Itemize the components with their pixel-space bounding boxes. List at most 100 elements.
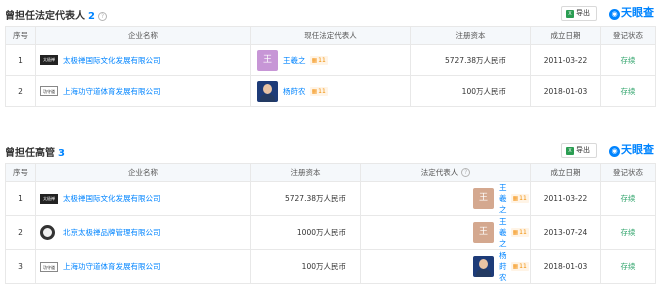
badge-count: 11 xyxy=(318,56,326,64)
brand-text: 天眼查 xyxy=(621,143,654,156)
export-label: 导出 xyxy=(576,9,590,17)
section-title-text: 曾担任法定代表人 xyxy=(5,11,85,22)
section-count: 2 xyxy=(88,11,95,22)
avatar-photo xyxy=(473,256,494,277)
status-cell: 存续 xyxy=(600,249,656,284)
company-cell: 太极禅 太极禅国际文化发展有限公司 xyxy=(35,44,251,76)
section-title: 曾担任高管 3 xyxy=(5,144,65,159)
col-header-no: 序号 xyxy=(5,26,36,45)
company-logo: 太极禅 xyxy=(40,55,58,65)
capital-cell: 100万人民币 xyxy=(410,75,531,107)
col-header-capital: 注册资本 xyxy=(410,26,531,45)
excel-icon: X xyxy=(566,147,574,155)
date-cell: 2011-03-22 xyxy=(530,181,601,216)
company-count-icon: ▦ xyxy=(311,56,318,64)
col-header-company: 企业名称 xyxy=(35,163,251,182)
company-count-icon: ▦ xyxy=(311,87,318,95)
company-cell: 功守道 上海功守道体育发展有限公司 xyxy=(35,249,251,284)
date-cell: 2013-07-24 xyxy=(530,215,601,250)
col-header-date: 成立日期 xyxy=(530,26,601,45)
table-row: 3 功守道 上海功守道体育发展有限公司 100万人民币 杨莳农 ▦11 2018-0… xyxy=(5,249,656,284)
person-cell: 杨莳农 ▦11 xyxy=(250,75,411,107)
section-header: 曾担任法定代表人 2? X 导出 ◉ 天眼查 xyxy=(0,0,660,26)
capital-cell: 100万人民币 xyxy=(250,249,361,284)
col-header-status: 登记状态 xyxy=(600,163,656,182)
company-link[interactable]: 上海功守道体育发展有限公司 xyxy=(63,261,161,272)
tianyancha-logo: ◉ 天眼查 xyxy=(609,5,654,21)
table-row: 2 功守道 上海功守道体育发展有限公司 杨莳农 ▦11 100万人民币 2018-0… xyxy=(5,75,656,107)
help-icon[interactable]: ? xyxy=(97,12,107,21)
badge-count: 11 xyxy=(318,87,326,95)
table-row: 1 太极禅 太极禅国际文化发展有限公司 王王羲之 ▦11 5727.38万人民币 2… xyxy=(5,44,656,76)
section-count: 3 xyxy=(58,148,65,159)
company-logo: 功守道 xyxy=(40,261,58,272)
person-cell: 杨莳农 ▦11 xyxy=(360,249,531,284)
related-company-badge[interactable]: ▦11 xyxy=(510,262,529,271)
col-header-status: 登记状态 xyxy=(600,26,656,45)
export-button[interactable]: X 导出 xyxy=(561,143,597,158)
related-company-badge[interactable]: ▦11 xyxy=(510,194,529,203)
tianyancha-logo: ◉ 天眼查 xyxy=(609,142,654,158)
company-logo: 功守道 xyxy=(40,86,58,96)
tianyancha-eye-icon: ◉ xyxy=(609,146,620,157)
related-company-badge[interactable]: ▦11 xyxy=(309,55,328,65)
executive-table: 序号 企业名称 注册资本 法定代表人? 成立日期 登记状态 1 太极禅 太极禅国际… xyxy=(5,163,656,284)
row-number: 2 xyxy=(5,215,36,250)
section-title: 曾担任法定代表人 2? xyxy=(5,7,107,22)
row-number: 1 xyxy=(5,181,36,216)
company-link[interactable]: 上海功守道体育发展有限公司 xyxy=(63,86,161,97)
col-header-date: 成立日期 xyxy=(530,163,601,182)
capital-cell: 5727.38万人民币 xyxy=(410,44,531,76)
section-header: 曾担任高管 3 X 导出 ◉ 天眼查 xyxy=(0,137,660,163)
col-header-legal-rep-text: 法定代表人 xyxy=(420,168,459,177)
badge-count: 11 xyxy=(519,229,527,236)
row-number: 3 xyxy=(5,249,36,284)
capital-cell: 1000万人民币 xyxy=(250,215,361,250)
company-cell: 太极禅 太极禅国际文化发展有限公司 xyxy=(35,181,251,216)
company-link[interactable]: 太极禅国际文化发展有限公司 xyxy=(63,55,161,66)
table-header-row: 序号 企业名称 现任法定代表人 注册资本 成立日期 登记状态 xyxy=(5,26,656,45)
person-link[interactable]: 杨莳农 xyxy=(283,86,306,97)
date-cell: 2018-01-03 xyxy=(530,249,601,284)
person-link[interactable]: 王羲之 xyxy=(283,55,306,66)
status-cell: 存续 xyxy=(600,44,656,76)
badge-count: 11 xyxy=(519,263,527,270)
person-cell: 王王羲之 ▦11 xyxy=(360,215,531,250)
table-row: 1 太极禅 太极禅国际文化发展有限公司 5727.38万人民币 王王羲之 ▦11 2… xyxy=(5,181,656,216)
capital-cell: 5727.38万人民币 xyxy=(250,181,361,216)
status-cell: 存续 xyxy=(600,75,656,107)
avatar: 王 xyxy=(257,49,278,71)
legal-rep-table: 序号 企业名称 现任法定代表人 注册资本 成立日期 登记状态 1 太极禅 太极禅国… xyxy=(5,26,656,107)
help-icon[interactable]: ? xyxy=(461,168,471,177)
section-former-legal-rep: 曾担任法定代表人 2? X 导出 ◉ 天眼查 序号 企业名称 现任法定代表人 注册资本… xyxy=(0,0,660,107)
table-header-row: 序号 企业名称 注册资本 法定代表人? 成立日期 登记状态 xyxy=(5,163,656,182)
company-link[interactable]: 北京太极禅品牌管理有限公司 xyxy=(63,227,161,238)
badge-count: 11 xyxy=(519,195,527,202)
related-company-badge[interactable]: ▦11 xyxy=(309,86,328,96)
company-count-icon: ▦ xyxy=(512,229,519,236)
related-company-badge[interactable]: ▦11 xyxy=(510,228,529,237)
col-header-current-rep: 现任法定代表人 xyxy=(250,26,411,45)
company-count-icon: ▦ xyxy=(512,195,519,202)
company-count-icon: ▦ xyxy=(512,263,519,270)
person-link[interactable]: 王羲之 xyxy=(499,182,507,215)
section-former-executive: 曾担任高管 3 X 导出 ◉ 天眼查 序号 企业名称 注册资本 法定代表人? 成立日期… xyxy=(0,137,660,284)
avatar: 王 xyxy=(473,188,494,209)
col-header-capital: 注册资本 xyxy=(250,163,361,182)
company-link[interactable]: 太极禅国际文化发展有限公司 xyxy=(63,193,161,204)
company-logo: 太极禅 xyxy=(40,193,58,204)
avatar-photo xyxy=(257,80,278,102)
excel-icon: X xyxy=(566,10,574,18)
date-cell: 2018-01-03 xyxy=(530,75,601,107)
export-label: 导出 xyxy=(576,146,590,154)
company-cell: 功守道 上海功守道体育发展有限公司 xyxy=(35,75,251,107)
company-logo xyxy=(40,225,55,240)
person-cell: 王王羲之 ▦11 xyxy=(360,181,531,216)
status-cell: 存续 xyxy=(600,215,656,250)
col-header-legal-rep: 法定代表人? xyxy=(360,163,531,182)
export-button[interactable]: X 导出 xyxy=(561,6,597,21)
table-row: 2 北京太极禅品牌管理有限公司 1000万人民币 王王羲之 ▦11 2013-07… xyxy=(5,215,656,250)
status-cell: 存续 xyxy=(600,181,656,216)
person-link[interactable]: 杨莳农 xyxy=(499,250,507,283)
person-link[interactable]: 王羲之 xyxy=(499,216,507,249)
